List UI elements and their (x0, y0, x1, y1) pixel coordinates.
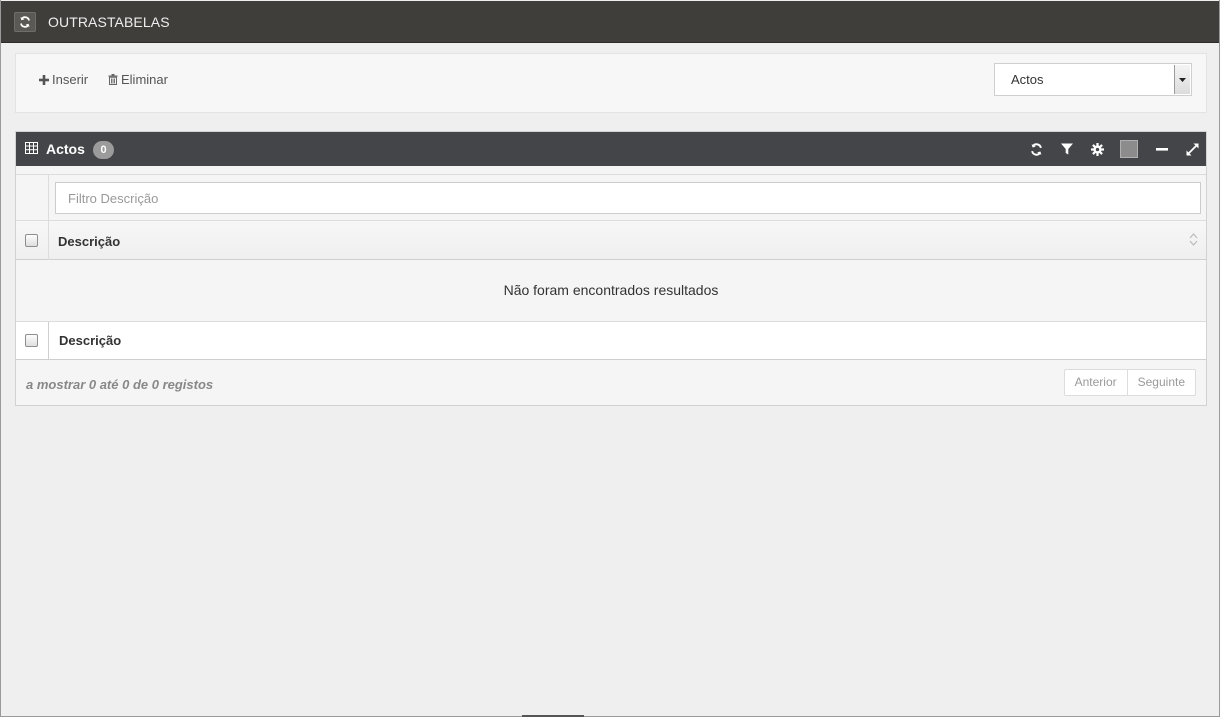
count-badge: 0 (93, 141, 114, 159)
column-divider (48, 221, 49, 260)
next-page-button[interactable]: Seguinte (1126, 370, 1195, 395)
grid-title: Actos (46, 141, 85, 157)
insert-label: Inserir (52, 72, 89, 87)
select-all-checkbox[interactable] (25, 234, 38, 247)
description-column-header[interactable]: Descrição (58, 234, 120, 249)
table-header-row: Descrição (16, 220, 1206, 260)
column-divider (48, 322, 49, 360)
chevron-down-icon[interactable] (1174, 65, 1190, 94)
description-column-footer: Descrição (59, 333, 122, 348)
expand-icon[interactable] (1184, 141, 1200, 157)
filter-row (16, 174, 1206, 221)
plus-icon (39, 74, 49, 85)
filter-row-spacer (16, 175, 49, 221)
sort-icon[interactable] (1189, 233, 1198, 246)
top-bar: OUTRASTABELAS (1, 1, 1219, 43)
delete-button[interactable]: Eliminar (108, 72, 168, 87)
paging-info: a mostrar 0 até 0 de 0 registos (26, 377, 214, 392)
filter-icon[interactable] (1059, 141, 1075, 157)
pagination-row: a mostrar 0 até 0 de 0 registos Anterior… (16, 360, 1206, 405)
trash-icon (108, 74, 118, 85)
empty-results-row: Não foram encontrados resultados (16, 260, 1206, 321)
refresh-icon[interactable] (14, 11, 36, 32)
minimize-icon[interactable] (1154, 141, 1170, 157)
insert-button[interactable]: Inserir (39, 72, 88, 87)
grid-widget: Actos 0 Filtro Descrição Descrição Não f… (15, 131, 1207, 406)
grid-header: Actos 0 (16, 132, 1206, 166)
empty-results-message: Não foram encontrados resultados (503, 282, 719, 298)
pagination: Anterior Seguinte (1063, 369, 1196, 396)
gear-icon[interactable] (1089, 141, 1105, 157)
select-all-footer-checkbox[interactable] (25, 334, 38, 347)
description-filter-input[interactable] (55, 182, 1201, 214)
table-select[interactable]: Actos (994, 63, 1192, 96)
toolbar: Inserir Eliminar Actos (15, 53, 1207, 113)
table-select-value: Actos (1011, 72, 1044, 87)
table-footer-row: Descrição (16, 321, 1206, 360)
square-icon[interactable] (1120, 140, 1138, 158)
app-title: OUTRASTABELAS (48, 13, 170, 30)
table-icon (25, 142, 38, 154)
previous-page-button[interactable]: Anterior (1065, 370, 1127, 395)
refresh-icon[interactable] (1028, 141, 1044, 157)
delete-label: Eliminar (121, 72, 168, 87)
